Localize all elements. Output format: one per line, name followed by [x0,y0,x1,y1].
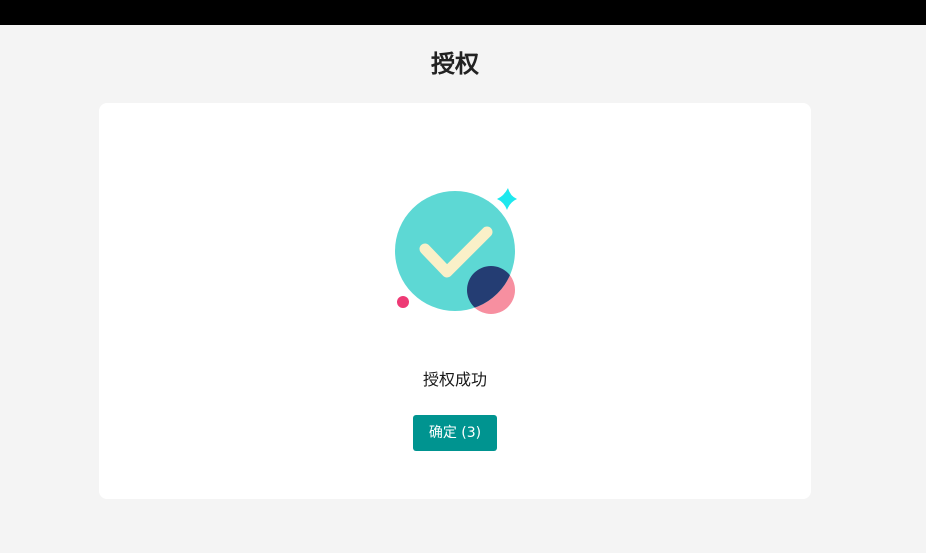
countdown-text: (3) [461,425,482,441]
confirm-button[interactable]: 确定 (3) [413,415,497,451]
success-check-icon [395,188,517,314]
top-bar [0,0,926,25]
confirm-button-label: 确定 [428,425,457,441]
success-message: 授权成功 [422,370,487,389]
sparkle-shape [497,188,517,210]
page-title: 授权 [431,50,479,78]
pink-dot-shape [397,296,409,308]
result-card: 授权成功 确定 (3) [99,103,811,499]
